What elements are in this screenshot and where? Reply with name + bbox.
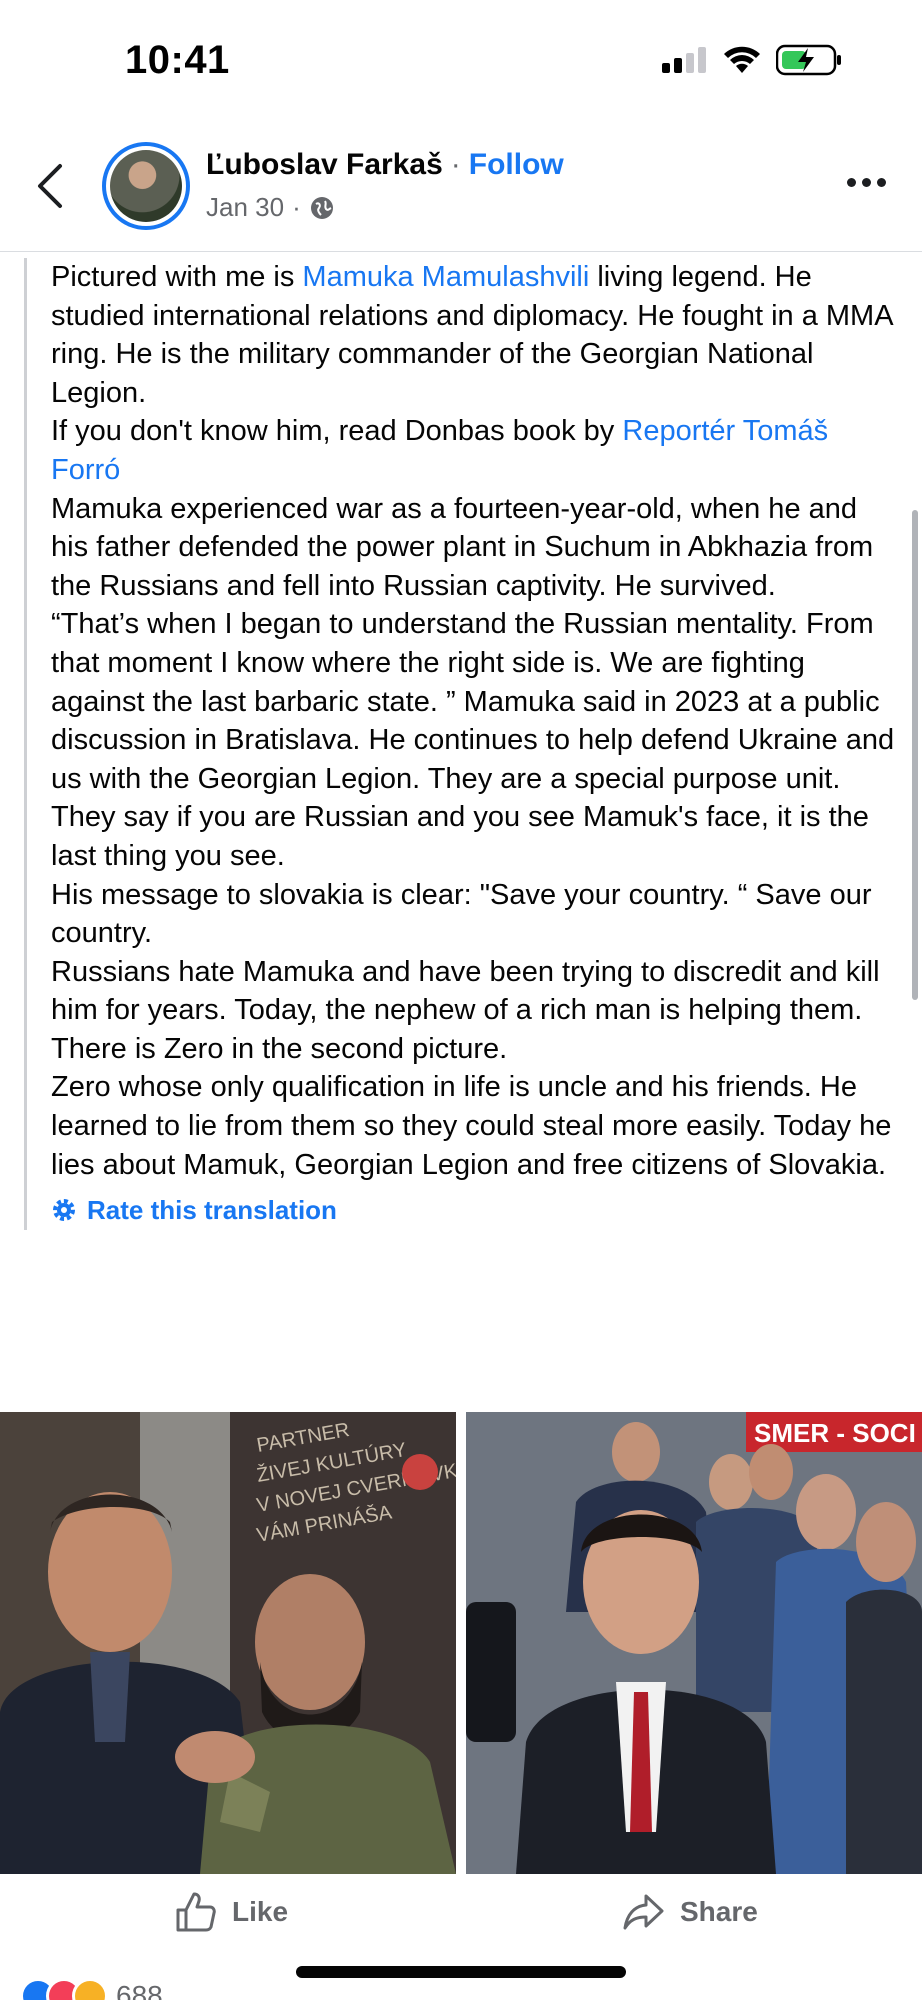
share-arrow-icon [623,1894,664,1930]
post-meta: Jan 30 · [206,192,335,223]
paragraph-text: Pictured with me is [51,261,303,293]
post-header: Ľuboslav Farkaš · Follow Jan 30 · [0,120,922,252]
more-horizontal-icon [847,178,856,187]
post-paragraph: “That’s when I began to understand the R… [51,605,900,875]
post-text: Pictured with me is Mamuka Mamulashvili … [51,258,900,1184]
home-indicator[interactable] [296,1966,626,1978]
reactions-summary[interactable]: 688 [20,1978,163,2000]
paragraph-text: Russians hate Mamuka and have been tryin… [51,955,880,1027]
post-paragraph: His message to slovakia is clear: "Save … [51,876,900,953]
author-separator: · [450,148,461,181]
post-paragraph: There is Zero in the second picture. [51,1030,900,1069]
share-button[interactable]: Share [622,1890,758,1934]
paragraph-text: If you don't know him, read Donbas book … [51,415,623,448]
author-line: Ľuboslav Farkaš · Follow [206,148,564,182]
svg-text:SMER - SOCI: SMER - SOCI [754,1418,916,1448]
paragraph-text: There is Zero in the second picture. [51,1032,508,1065]
wifi-icon [724,46,760,73]
thumbs-up-icon [176,1892,216,1932]
author-name[interactable]: Ľuboslav Farkaš [206,148,443,182]
post-paragraph: Mamuka experienced war as a fourteen-yea… [51,490,900,606]
share-label: Share [680,1896,758,1927]
photo-2[interactable]: SMER - SOCI [466,1412,922,1874]
rate-translation-label: Rate this translation [87,1194,337,1225]
paragraph-text: Zero whose only qualification in life is… [51,1071,892,1181]
more-options-button[interactable] [847,178,886,187]
reactions-count: 688 [116,1980,163,2000]
photo-1-image: PARTNER ŽIVEJ KULTÚRY V NOVEJ CVERNOVKE … [0,1412,456,1874]
paragraph-text: His message to slovakia is clear: "Save … [51,878,872,950]
haha-reaction-icon [72,1978,108,2000]
follow-button[interactable]: Follow [469,148,564,182]
post-body: Pictured with me is Mamuka Mamulashvili … [24,258,900,1231]
scrollbar[interactable] [912,510,918,1000]
gear-icon [53,1199,75,1222]
globe-icon [310,196,333,219]
battery-charging-icon [776,44,841,76]
cellular-signal-icon [662,47,706,73]
post-paragraph: Russians hate Mamuka and have been tryin… [51,953,900,1030]
photo-1[interactable]: PARTNER ŽIVEJ KULTÚRY V NOVEJ CVERNOVKE … [0,1412,456,1874]
mention-link[interactable]: Mamuka Mamulashvili [302,261,589,293]
like-button[interactable]: Like [174,1890,288,1934]
post-paragraph: Pictured with me is Mamuka Mamulashvili … [51,258,900,412]
paragraph-text: Mamuka experienced war as a fourteen-yea… [51,492,874,602]
post-paragraph: If you don't know him, read Donbas book … [51,412,900,489]
post-date[interactable]: Jan 30 [206,192,284,223]
status-icons [662,44,842,76]
author-avatar[interactable] [102,142,190,230]
photo-2-image: SMER - SOCI [466,1412,922,1874]
avatar-image [110,150,182,222]
rate-translation-button[interactable]: Rate this translation [51,1190,900,1230]
status-bar: 10:41 [0,0,922,120]
photo-grid: PARTNER ŽIVEJ KULTÚRY V NOVEJ CVERNOVKE … [0,1412,922,1874]
meta-separator: · [292,192,301,222]
like-label: Like [232,1896,289,1927]
back-button[interactable] [30,160,70,212]
post-actions: Like Share [0,1882,922,1952]
post-paragraph: Zero whose only qualification in life is… [51,1068,900,1184]
paragraph-text: “That’s when I began to understand the R… [51,608,895,872]
chevron-left-icon [38,164,62,208]
status-time: 10:41 [125,38,230,82]
